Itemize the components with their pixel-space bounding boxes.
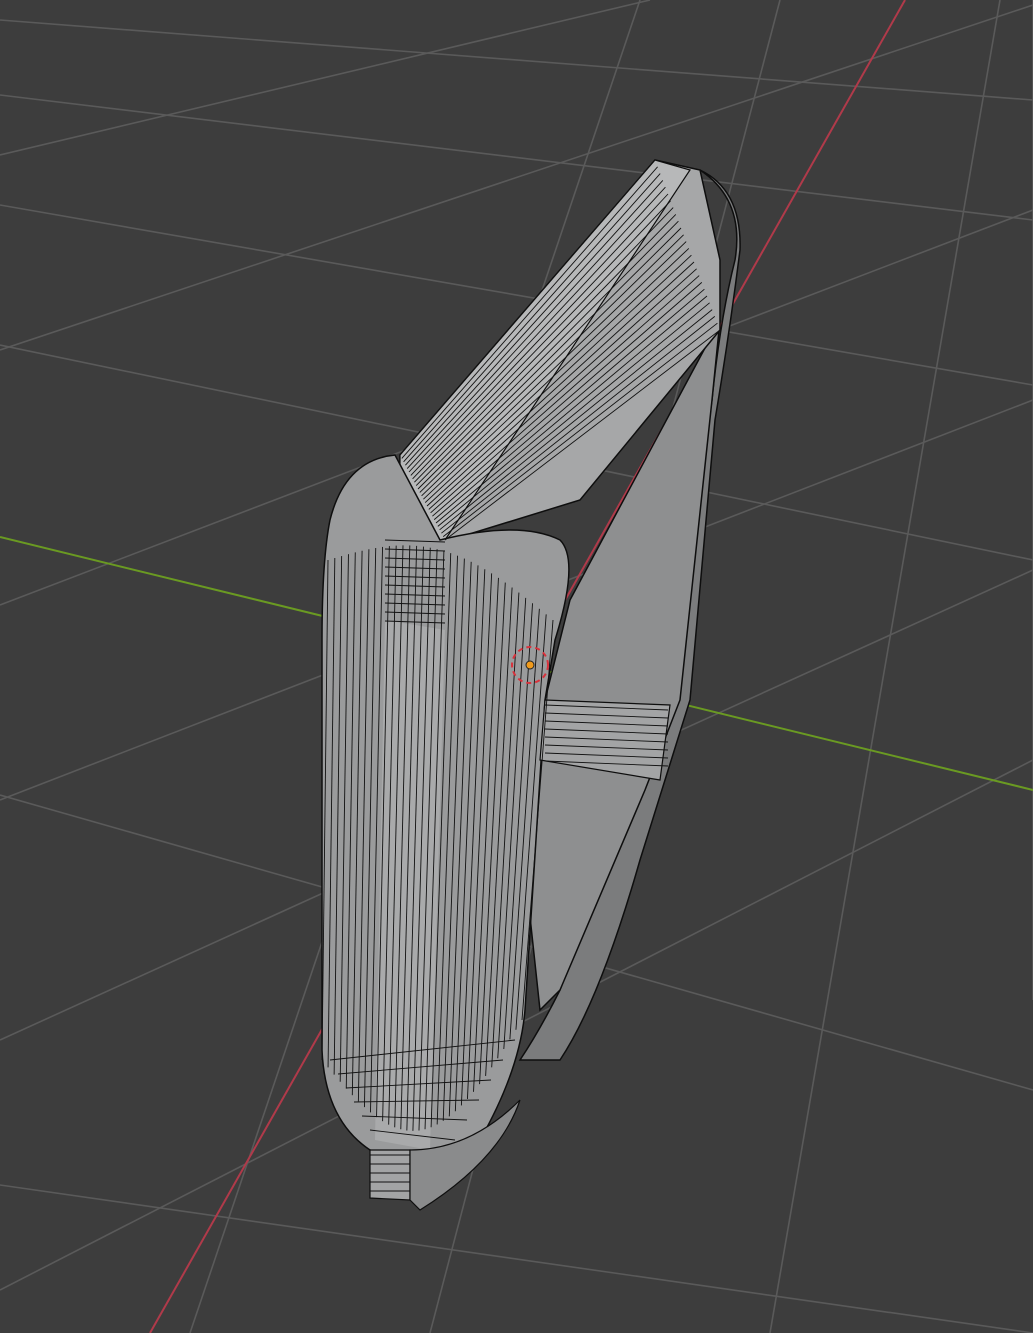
viewport-canvas[interactable] bbox=[0, 0, 1033, 1333]
object-origin[interactable] bbox=[525, 660, 535, 670]
3d-viewport[interactable] bbox=[0, 0, 1033, 1333]
